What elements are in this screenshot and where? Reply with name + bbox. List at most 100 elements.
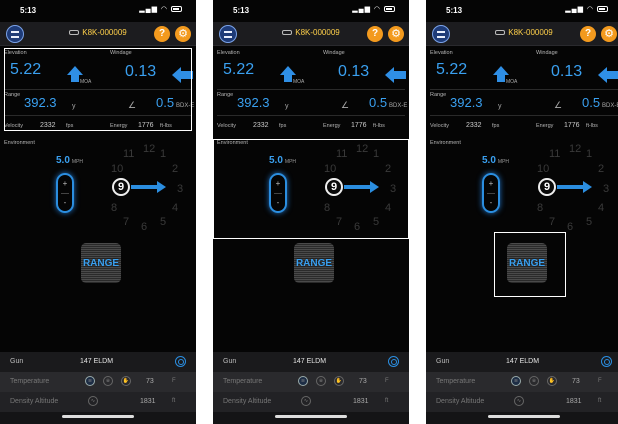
battery-icon <box>171 6 182 13</box>
clock-hour-2[interactable]: 2 <box>172 163 178 175</box>
plus-icon[interactable]: + <box>484 179 498 188</box>
clock-hour-1[interactable]: 1 <box>160 148 166 160</box>
clock-hour-7[interactable]: 7 <box>123 216 129 228</box>
weather-station-icon[interactable]: ≋ <box>298 376 308 386</box>
help-icon[interactable]: ? <box>367 26 383 42</box>
home-indicator[interactable] <box>62 415 134 418</box>
temperature-unit: F <box>172 378 176 384</box>
temperature-value: 73 <box>359 378 367 385</box>
minus-icon[interactable]: - <box>58 198 72 207</box>
app-header: K8K-000009 ? ⚙ <box>0 22 196 46</box>
up-arrow-stem <box>497 75 505 82</box>
temperature-row[interactable]: Temperature ≋ ※ ✋ 73 F <box>0 372 196 392</box>
clock-hour-5[interactable]: 5 <box>586 216 592 228</box>
status-time: 5:13 <box>20 6 37 15</box>
clock-hour-8[interactable]: 8 <box>111 202 117 214</box>
target-icon[interactable] <box>388 356 399 367</box>
wind-speed-unit: MPH <box>71 159 84 165</box>
divider <box>217 89 405 90</box>
minus-icon[interactable]: - <box>484 198 498 207</box>
clock-hour-1[interactable]: 1 <box>586 148 592 160</box>
clock-hour-4[interactable]: 4 <box>172 202 178 214</box>
density-altitude-row[interactable]: Density Altitude ∿ 1831 ft <box>426 392 618 412</box>
target-icon[interactable] <box>175 356 186 367</box>
wave-icon[interactable]: ∿ <box>88 396 98 406</box>
temperature-row[interactable]: Temperature ≋ ※ ✋ 73 F <box>426 372 618 392</box>
weather-station-icon[interactable]: ≋ <box>511 376 521 386</box>
clock-hour-12[interactable]: 12 <box>143 143 155 155</box>
clock-hour-3[interactable]: 3 <box>177 183 183 195</box>
clock-hour-4[interactable]: 4 <box>598 202 604 214</box>
home-indicator[interactable] <box>275 415 347 418</box>
clock-hour-6[interactable]: 6 <box>567 221 573 233</box>
wind-speed-value: 5.0 <box>482 155 496 166</box>
angle-value: 0.5 <box>369 95 388 110</box>
clock-hour-7[interactable]: 7 <box>549 216 555 228</box>
help-icon[interactable]: ? <box>580 26 596 42</box>
wind-arrow <box>557 185 585 189</box>
plus-icon[interactable]: + <box>58 179 72 188</box>
wind-direction-value[interactable]: 9 <box>112 178 130 196</box>
rangefinder-icon <box>282 30 293 36</box>
wave-icon[interactable]: ∿ <box>514 396 524 406</box>
environment-panel: Environment 5.0 MPH + - 12 1 2 3 4 5 6 7 8 10 11 9 … <box>0 137 196 352</box>
temperature-unit: F <box>385 378 389 384</box>
clock-hour-11[interactable]: 11 <box>123 148 134 160</box>
home-indicator[interactable] <box>488 415 560 418</box>
wind-direction-value[interactable]: 9 <box>538 178 556 196</box>
status-time: 5:13 <box>446 6 463 15</box>
range-unit: y <box>285 103 289 110</box>
gun-row[interactable]: Gun 147 ELDM <box>0 352 196 372</box>
gun-row[interactable]: Gun 147 ELDM <box>213 352 409 372</box>
wind-speed-stepper[interactable]: + - <box>56 173 74 213</box>
velocity-value: 2332 <box>466 122 482 129</box>
gear-icon[interactable]: ⚙ <box>175 26 191 42</box>
manual-entry-icon[interactable]: ✋ <box>121 376 131 386</box>
battery-icon <box>597 6 608 13</box>
gun-row[interactable]: Gun 147 ELDM <box>426 352 618 372</box>
velocity-unit: fps <box>492 123 500 129</box>
clock-hour-5[interactable]: 5 <box>160 216 166 228</box>
density-altitude-label: Density Altitude <box>10 398 59 405</box>
gun-label: Gun <box>436 358 450 365</box>
range-button-label: RANGE <box>82 257 120 269</box>
gear-icon[interactable]: ⚙ <box>388 26 404 42</box>
energy-value: 1776 <box>564 122 580 129</box>
device-sensor-icon[interactable]: ※ <box>316 376 326 386</box>
elevation-label: Elevation <box>217 50 240 56</box>
density-altitude-row[interactable]: Density Altitude ∿ 1831 ft <box>0 392 196 412</box>
environment-label: Environment <box>4 140 35 146</box>
elevation-unit: MOA <box>506 79 518 85</box>
manual-entry-icon[interactable]: ✋ <box>334 376 344 386</box>
manual-entry-icon[interactable]: ✋ <box>547 376 557 386</box>
clock-hour-6[interactable]: 6 <box>141 221 147 233</box>
help-icon[interactable]: ? <box>154 26 170 42</box>
density-altitude-row[interactable]: Density Altitude ∿ 1831 ft <box>213 392 409 412</box>
up-arrow-icon <box>280 66 296 75</box>
range-button-label: RANGE <box>295 257 333 269</box>
gun-value: 147 ELDM <box>80 358 114 365</box>
wave-icon[interactable]: ∿ <box>301 396 311 406</box>
clock-hour-10[interactable]: 10 <box>537 163 549 175</box>
temperature-row[interactable]: Temperature ≋ ※ ✋ 73 F <box>213 372 409 392</box>
ballistic-solution-panel: Elevation Windage 5.22 MOA 0.13 Range 39… <box>426 47 618 137</box>
weather-station-icon[interactable]: ≋ <box>85 376 95 386</box>
target-icon[interactable] <box>601 356 612 367</box>
up-arrow-stem <box>284 75 292 82</box>
clock-hour-3[interactable]: 3 <box>603 183 609 195</box>
range-button[interactable]: RANGE <box>81 243 121 283</box>
clock-hour-8[interactable]: 8 <box>537 202 543 214</box>
clock-hour-2[interactable]: 2 <box>598 163 604 175</box>
windage-label: Windage <box>536 50 558 56</box>
settings-list: Gun 147 ELDM Temperature ≋ ※ ✋ 73 F Dens… <box>0 352 196 424</box>
gear-icon[interactable]: ⚙ <box>601 26 617 42</box>
phone-screen-1: 5:13 ▂▄▆ ◠ K8K-000009 ? ⚙ Elevation Wind… <box>0 0 196 424</box>
range-button[interactable]: RANGE <box>294 243 334 283</box>
clock-hour-10[interactable]: 10 <box>111 163 123 175</box>
wind-speed-stepper[interactable]: + - <box>482 173 500 213</box>
clock-hour-11[interactable]: 11 <box>549 148 560 160</box>
clock-hour-12[interactable]: 12 <box>569 143 581 155</box>
device-sensor-icon[interactable]: ※ <box>103 376 113 386</box>
device-sensor-icon[interactable]: ※ <box>529 376 539 386</box>
left-arrow-icon <box>385 67 394 83</box>
